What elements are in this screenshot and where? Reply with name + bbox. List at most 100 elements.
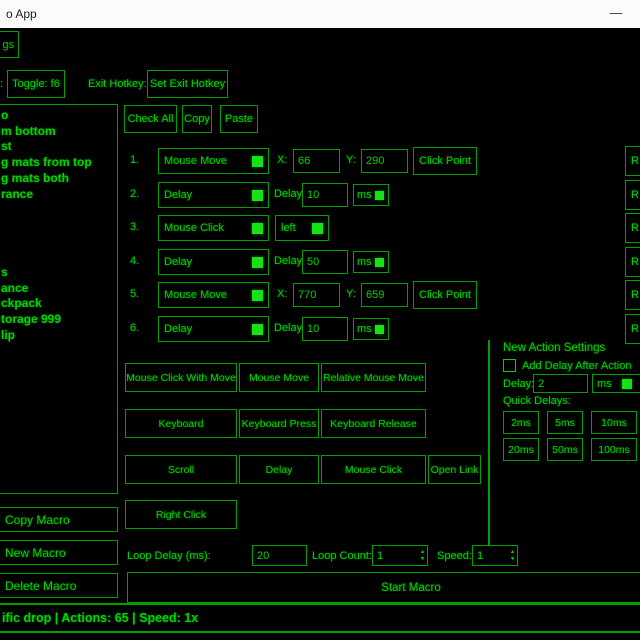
action-type-select[interactable]: Mouse Click <box>158 215 269 241</box>
speed-stepper[interactable]: 1 ▲▼ <box>472 545 518 566</box>
minimize-button[interactable]: — <box>596 0 636 28</box>
remove-action-button[interactable]: R <box>625 280 640 310</box>
delete-macro-button[interactable]: Delete Macro <box>0 573 118 598</box>
add-action-button-keyboard[interactable]: Keyboard <box>125 409 237 438</box>
add-action-button-mouse-move[interactable]: Mouse Move <box>239 363 319 392</box>
window-title: o App <box>6 0 37 28</box>
copy-button[interactable]: Copy <box>182 105 212 133</box>
macro-list-item[interactable]: o <box>1 108 8 122</box>
mouse-button-select[interactable]: left <box>275 215 329 241</box>
quick-delay-button-5ms[interactable]: 5ms <box>547 411 583 434</box>
action-type-select[interactable]: Mouse Move <box>158 148 269 174</box>
dropdown-indicator-icon <box>622 379 632 389</box>
add-action-button-keyboard-release[interactable]: Keyboard Release <box>321 409 426 438</box>
action-row-number: 5. <box>130 288 150 300</box>
quick-delay-button-100ms[interactable]: 100ms <box>591 438 637 461</box>
remove-action-button[interactable]: R <box>625 180 640 210</box>
dropdown-indicator-icon <box>252 156 263 167</box>
spinner-up-icon[interactable]: ▲ <box>510 550 515 555</box>
app-window: o App — gs : Toggle: f6 Exit Hotkey: Set… <box>0 0 640 640</box>
loop-count-label: Loop Count: <box>312 550 372 562</box>
dropdown-indicator-icon <box>252 257 263 268</box>
quick-delay-button-10ms[interactable]: 10ms <box>591 411 637 434</box>
delay-unit-select[interactable]: ms <box>353 318 389 340</box>
action-type-select[interactable]: Mouse Move <box>158 282 269 308</box>
tab-settings[interactable]: gs <box>0 31 19 58</box>
new-action-delay-unit-select[interactable]: ms <box>592 374 640 393</box>
action-row-number: 1. <box>130 154 150 166</box>
macro-list-item[interactable]: ance <box>1 281 28 295</box>
remove-action-button[interactable]: R <box>625 247 640 277</box>
check-all-button[interactable]: Check All <box>124 105 177 133</box>
delay-value-input[interactable] <box>302 183 348 207</box>
macro-list-item[interactable]: m bottom <box>1 124 56 138</box>
y-coordinate-input[interactable] <box>361 149 408 173</box>
loop-delay-input[interactable] <box>252 545 307 566</box>
copy-macro-button[interactable]: Copy Macro <box>0 507 118 532</box>
action-row-number: 2. <box>130 188 150 200</box>
delay-label: Delay <box>274 188 302 200</box>
spinner-up-icon[interactable]: ▲ <box>420 550 425 555</box>
click-point-button[interactable]: Click Point <box>413 281 477 309</box>
macro-list-item[interactable]: g mats from top <box>1 155 92 169</box>
add-action-button-mouse-click[interactable]: Mouse Click <box>321 455 426 484</box>
start-macro-button[interactable]: Start Macro <box>127 572 640 603</box>
toggle-hotkey-button[interactable]: Toggle: f6 <box>7 70 65 98</box>
add-action-button-open-link[interactable]: Open Link <box>428 455 481 484</box>
dropdown-indicator-icon <box>375 258 384 267</box>
action-row-number: 3. <box>130 221 150 233</box>
add-action-button-delay[interactable]: Delay <box>239 455 319 484</box>
remove-action-button[interactable]: R <box>625 146 640 176</box>
spinner-down-icon[interactable]: ▼ <box>420 557 425 562</box>
macro-list-item[interactable]: rance <box>1 187 33 201</box>
macro-list-item[interactable]: torage 999 <box>1 312 61 326</box>
quick-delay-button-50ms[interactable]: 50ms <box>547 438 583 461</box>
action-type-select[interactable]: Delay <box>158 182 269 208</box>
quick-delay-button-2ms[interactable]: 2ms <box>503 411 539 434</box>
macro-list-item[interactable]: ckpack <box>1 296 42 310</box>
minimize-icon: — <box>610 5 623 20</box>
delay-label: Delay <box>274 255 302 267</box>
x-coordinate-input[interactable] <box>293 283 340 307</box>
add-action-button-relative-mouse-move[interactable]: Relative Mouse Move <box>321 363 426 392</box>
macro-list[interactable]: o m bottomst g mats from top g mats both ran… <box>0 104 118 494</box>
set-exit-hotkey-button[interactable]: Set Exit Hotkey <box>147 70 228 98</box>
add-action-button-keyboard-press[interactable]: Keyboard Press <box>239 409 319 438</box>
add-delay-label: Add Delay After Action <box>522 360 631 372</box>
dropdown-indicator-icon <box>252 190 263 201</box>
delay-unit-select[interactable]: ms <box>353 184 389 206</box>
add-action-button-scroll[interactable]: Scroll <box>125 455 237 484</box>
x-label: X: <box>277 154 287 166</box>
delay-unit-select[interactable]: ms <box>353 251 389 273</box>
click-point-button[interactable]: Click Point <box>413 147 477 175</box>
quick-delay-button-20ms[interactable]: 20ms <box>503 438 539 461</box>
loop-count-stepper[interactable]: 1 ▲▼ <box>372 545 428 566</box>
x-label: X: <box>277 288 287 300</box>
paste-button[interactable]: Paste <box>220 105 258 133</box>
action-row-number: 6. <box>130 322 150 334</box>
x-coordinate-input[interactable] <box>293 149 340 173</box>
y-coordinate-input[interactable] <box>361 283 408 307</box>
macro-list-item[interactable]: g mats both <box>1 171 69 185</box>
delay-value-input[interactable] <box>302 250 348 274</box>
add-delay-checkbox[interactable] <box>503 359 516 372</box>
dropdown-indicator-icon <box>252 324 263 335</box>
macro-list-item[interactable]: lip <box>1 328 15 342</box>
remove-action-button[interactable]: R <box>625 213 640 243</box>
add-action-button-mouse-click-with-move[interactable]: Mouse Click With Move <box>125 363 237 392</box>
delay-label: Delay <box>274 322 302 334</box>
macro-list-item[interactable]: st <box>1 139 12 153</box>
spinner-down-icon[interactable]: ▼ <box>510 557 515 562</box>
y-label: Y: <box>346 288 356 300</box>
status-bar: ific drop | Actions: 65 | Speed: 1x <box>0 603 640 633</box>
new-action-delay-label: Delay: <box>503 378 534 390</box>
macro-list-item[interactable]: s <box>1 265 8 279</box>
remove-action-button[interactable]: R <box>625 314 640 344</box>
delay-value-input[interactable] <box>302 317 348 341</box>
action-type-select[interactable]: Delay <box>158 249 269 275</box>
new-action-delay-input[interactable] <box>533 374 588 393</box>
add-action-button-right-click[interactable]: Right Click <box>125 500 237 529</box>
dropdown-indicator-icon <box>312 223 323 234</box>
new-macro-button[interactable]: New Macro <box>0 540 118 565</box>
action-type-select[interactable]: Delay <box>158 316 269 342</box>
